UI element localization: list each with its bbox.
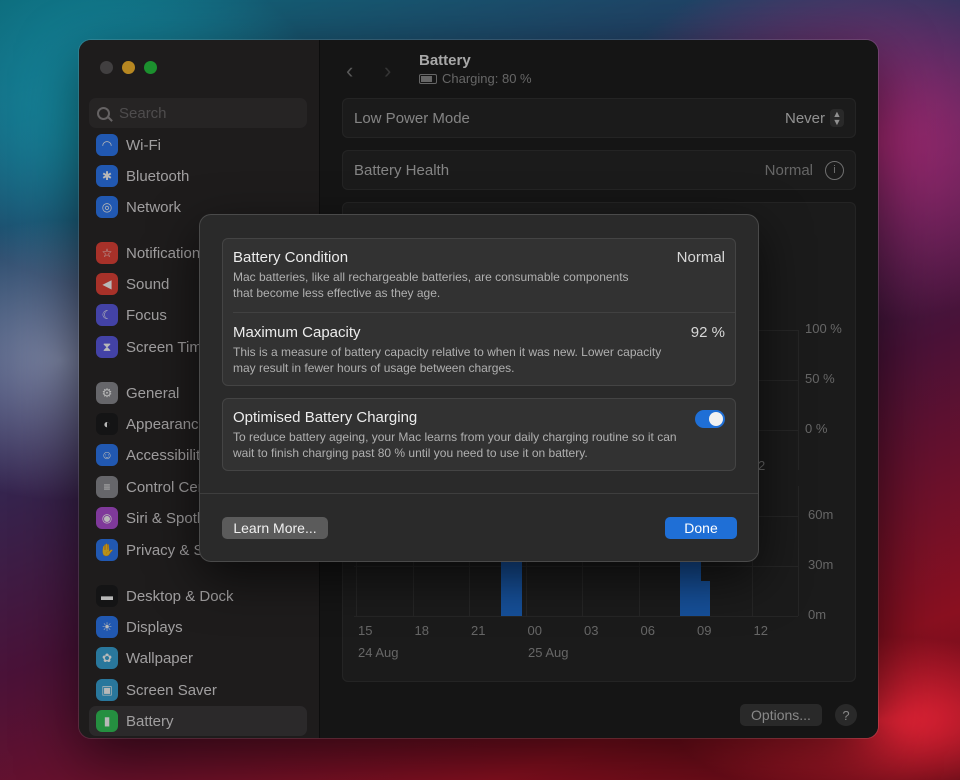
battery-condition-description: Mac batteries, like all rechargeable bat… (233, 270, 629, 300)
maximum-capacity-description: This is a measure of battery capacity re… (233, 345, 662, 375)
optimised-charging-toggle[interactable] (695, 410, 725, 428)
maximum-capacity-title: Maximum Capacity (233, 324, 361, 341)
sheet-divider (200, 493, 758, 494)
optimised-charging-title: Optimised Battery Charging (233, 409, 418, 426)
battery-info-group: Battery Condition Mac batteries, like al… (222, 238, 736, 386)
battery-condition-title: Battery Condition (233, 249, 349, 266)
optimised-charging-item: Optimised Battery Charging To reduce bat… (233, 409, 725, 461)
battery-health-sheet: Battery Condition Mac batteries, like al… (200, 215, 758, 561)
done-button[interactable]: Done (665, 517, 737, 539)
group-separator (233, 312, 735, 313)
maximum-capacity-value: 92 % (690, 324, 725, 341)
battery-condition-value: Normal (676, 249, 725, 266)
maximum-capacity-item: Maximum Capacity This is a measure of ba… (233, 324, 725, 376)
optimised-charging-group: Optimised Battery Charging To reduce bat… (222, 398, 736, 471)
toggle-knob (709, 412, 723, 426)
optimised-charging-description: To reduce battery ageing, your Mac learn… (233, 430, 677, 460)
learn-more-button[interactable]: Learn More... (222, 517, 328, 539)
battery-condition-item: Battery Condition Mac batteries, like al… (233, 249, 725, 301)
